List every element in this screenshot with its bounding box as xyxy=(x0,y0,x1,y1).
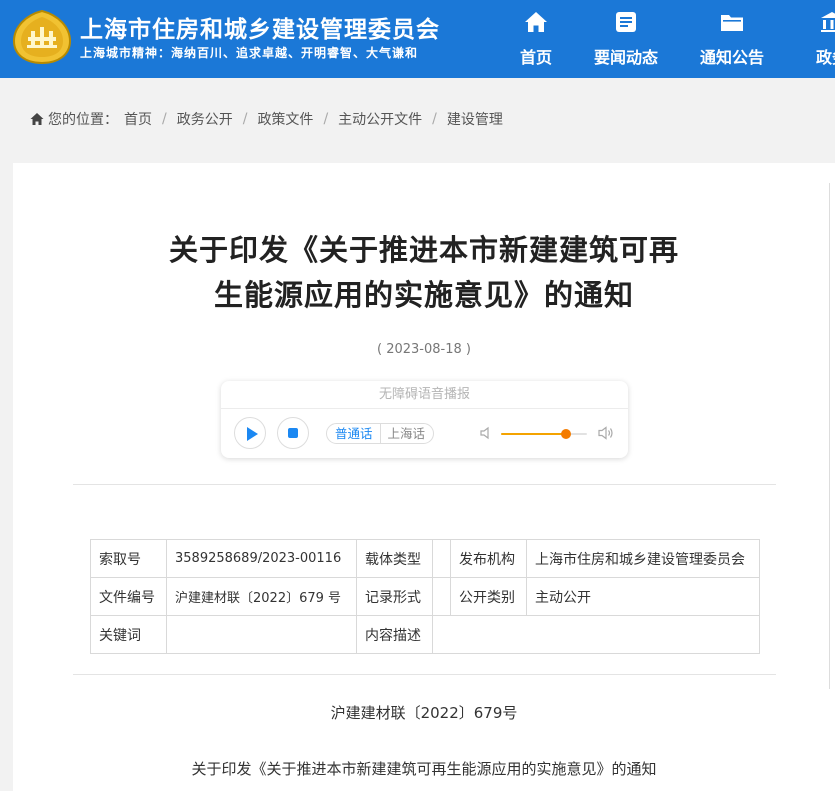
volume-high-icon[interactable] xyxy=(597,425,614,441)
breadcrumb-item-gov-affairs[interactable]: 政务公开 xyxy=(177,109,233,129)
play-button[interactable] xyxy=(234,417,266,449)
volume-low-icon[interactable] xyxy=(479,426,493,440)
meta-label-description: 内容描述 xyxy=(356,615,433,654)
document-number: 沪建建材联〔2022〕679号 xyxy=(330,704,518,722)
page-title-line1: 关于印发《关于推进本市新建建筑可再 xyxy=(168,233,679,267)
table-row: 文件编号 沪建建材联〔2022〕679 号 记录形式 公开类别 主动公开 xyxy=(90,577,760,616)
site-header: 上海市住房和城乡建设管理委员会 上海城市精神：海纳百川、追求卓越、开明睿智、大气… xyxy=(0,0,835,78)
volume-fill xyxy=(501,433,567,435)
volume-slider[interactable] xyxy=(501,429,587,439)
meta-value-keywords xyxy=(166,615,357,654)
home-icon xyxy=(525,12,547,32)
meta-value-disclosure-type: 主动公开 xyxy=(526,577,760,616)
breadcrumb: 您的位置： 首页 / 政务公开 / 政策文件 / 主动公开文件 / 建设管理 xyxy=(30,108,503,130)
meta-value-media-type xyxy=(432,539,451,578)
meta-label-publisher: 发布机构 xyxy=(450,539,527,578)
nav-news-label: 要闻动态 xyxy=(593,48,658,67)
language-switch: 普通话 上海话 xyxy=(326,423,435,444)
meta-label-media-type: 载体类型 xyxy=(356,539,433,578)
document-metadata-table: 索取号 3589258689/2023-00116 载体类型 发布机构 上海市住… xyxy=(90,539,760,654)
table-row: 索取号 3589258689/2023-00116 载体类型 发布机构 上海市住… xyxy=(90,539,760,578)
nav-notices-label: 通知公告 xyxy=(699,48,764,67)
breadcrumb-separator: / xyxy=(242,111,248,127)
side-scroll-panel xyxy=(829,183,835,689)
meta-label-index-number: 索取号 xyxy=(90,539,167,578)
breadcrumb-separator: / xyxy=(162,111,167,127)
breadcrumb-item-policy-docs[interactable]: 政策文件 xyxy=(257,109,313,129)
breadcrumb-item-home[interactable]: 首页 xyxy=(124,109,152,129)
meta-value-index-number: 3589258689/2023-00116 xyxy=(166,539,357,578)
meta-label-keywords: 关键词 xyxy=(90,615,167,654)
table-row: 关键词 内容描述 xyxy=(90,615,760,654)
meta-label-record-form: 记录形式 xyxy=(356,577,433,616)
breadcrumb-item-construction[interactable]: 建设管理 xyxy=(447,109,503,129)
lang-mandarin-button[interactable]: 普通话 xyxy=(327,424,381,443)
nav-home-label: 首页 xyxy=(519,48,552,67)
stop-icon xyxy=(288,428,298,438)
audio-player: 无障碍语音播报 普通话 上海话 xyxy=(221,381,628,458)
meta-label-doc-number: 文件编号 xyxy=(90,577,167,616)
document-subtitle: 关于印发《关于推进本市新建建筑可再生能源应用的实施意见》的通知 xyxy=(191,760,657,778)
audio-player-heading: 无障碍语音播报 xyxy=(221,381,628,409)
lang-shanghai-button[interactable]: 上海话 xyxy=(381,424,434,443)
site-title[interactable]: 上海市住房和城乡建设管理委员会 xyxy=(80,10,440,44)
site-motto: 上海城市精神：海纳百川、追求卓越、开明睿智、大气谦和 xyxy=(80,46,419,60)
divider xyxy=(73,484,776,485)
nav-gov-label: 政务 xyxy=(815,48,835,67)
meta-value-publisher: 上海市住房和城乡建设管理委员会 xyxy=(526,539,760,578)
play-icon xyxy=(247,427,258,441)
nav-notices[interactable]: 通知公告 xyxy=(691,0,773,78)
home-icon xyxy=(30,113,44,125)
breadcrumb-separator: / xyxy=(323,111,329,127)
volume-knob[interactable] xyxy=(561,429,572,439)
news-icon xyxy=(616,12,636,32)
meta-label-disclosure-type: 公开类别 xyxy=(450,577,527,616)
folder-icon xyxy=(721,15,743,31)
page-title-line2: 生能源应用的实施意见》的通知 xyxy=(213,278,634,312)
seal-logo-icon[interactable] xyxy=(12,9,72,65)
nav-news[interactable]: 要闻动态 xyxy=(585,0,667,78)
divider xyxy=(73,674,776,675)
publish-date: ( 2023-08-18 ) xyxy=(377,342,471,357)
meta-value-description xyxy=(432,615,760,654)
stop-button[interactable] xyxy=(277,417,309,449)
page-title: 关于印发《关于推进本市新建建筑可再 生能源应用的实施意见》的通知 xyxy=(100,228,748,318)
breadcrumb-item-public-docs[interactable]: 主动公开文件 xyxy=(338,109,422,129)
meta-value-record-form xyxy=(432,577,451,616)
breadcrumb-prefix: 您的位置： xyxy=(48,112,118,128)
meta-value-doc-number: 沪建建材联〔2022〕679 号 xyxy=(166,577,357,616)
nav-home[interactable]: 首页 xyxy=(505,0,567,78)
gov-icon xyxy=(821,12,835,32)
breadcrumb-separator: / xyxy=(432,111,437,127)
nav-gov[interactable]: 政务 xyxy=(801,0,835,78)
